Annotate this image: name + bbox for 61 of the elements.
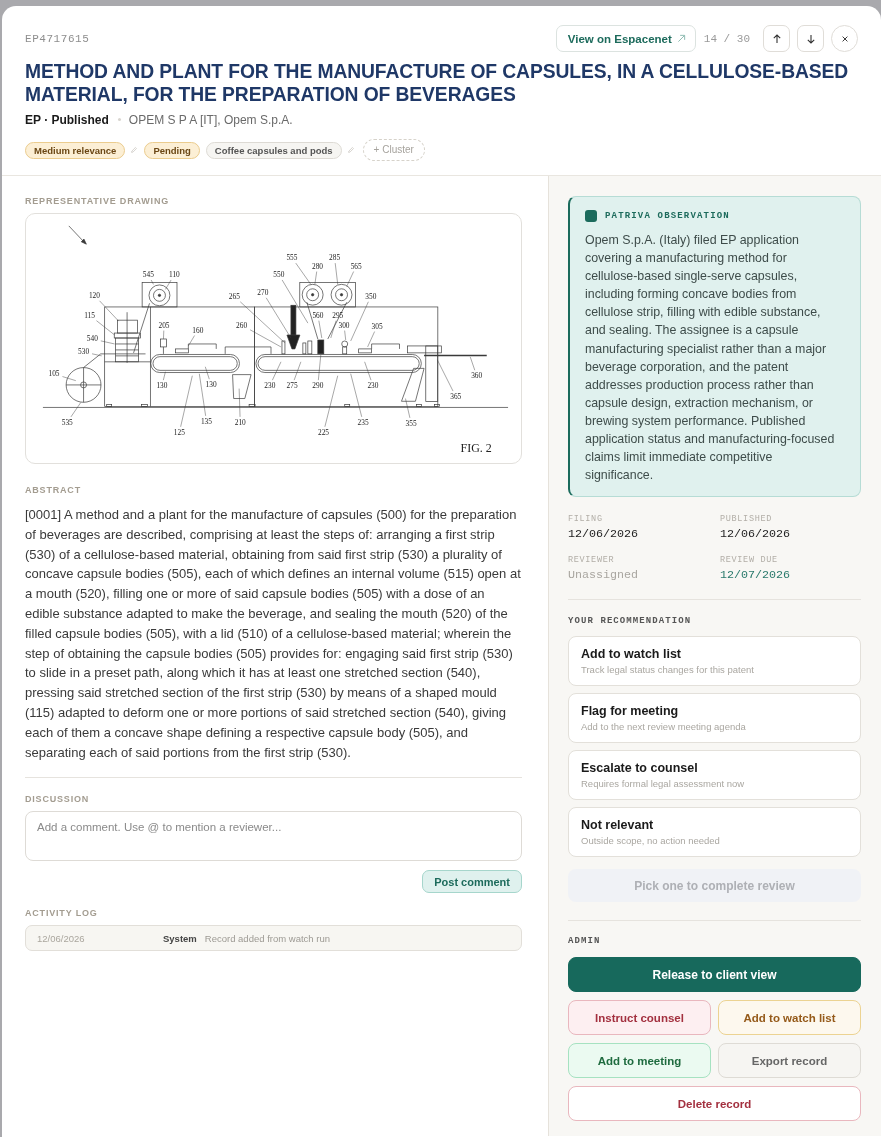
option-description: Outside scope, no action needed <box>581 835 720 848</box>
abstract-text: [0001] A method and a plant for the manufacture of capsules (500) for the preparation of beverages are described, comprising at least the steps of: arranging a first strip (530) of a cellulose-based material, obtaining from said first strip (530) a plurality of concave capsule bodies (505), each of which defines an internal volume (515) open at a mouth (520), filling one or more of said capsule bodies (505) with a dose of an edible substance adapted to make the beverage, and sealing the mouth (520) of the filled capsule bodies (505), with a lid (510) of a cellulose-based material; wherein the step of obtaining the capsule bodies (505) provides for: engaging said first strip (530) to slide in a preset path, along which it has at least one stretched section (540), pressing said stretched section of the first strip (530) by means of a shaped mould (115) adapted to deform one or more portions of said stretched section (540), giving each of them a concave shape defining a respective capsule body (505), and separating each of said portions from the first strip (530). <box>25 506 522 762</box>
publication-status: EP · Published <box>25 112 109 127</box>
detail-label: REVIEWER <box>568 555 616 567</box>
category-tag: Coffee capsules and pods <box>205 141 342 159</box>
detail-label: FILING <box>568 514 604 526</box>
close-button[interactable] <box>831 25 858 52</box>
option-description: Requires formal legal assessment now <box>581 778 745 791</box>
previous-record-button[interactable] <box>763 25 790 52</box>
pencil-icon[interactable] <box>130 146 139 154</box>
patent-title: METHOD AND PLANT FOR THE MANUFACTURE OF CAPSULES, IN A CELLULOSE-BASED MATERIAL, FOR THE PREPARATION OF BEVERAGES <box>25 60 850 106</box>
square-icon <box>585 210 597 222</box>
detail-label: REVIEW DUE <box>720 555 779 567</box>
relevance-tag: Medium relevance <box>25 141 126 159</box>
record-id: EP4717615 <box>25 32 90 45</box>
detail-value: 12/06/2026 <box>568 527 640 543</box>
section-label: DISCUSSION <box>25 794 91 806</box>
record-position: 14 / 30 <box>703 32 750 45</box>
recommendation-option[interactable]: Add to watch list Track legal status changes for this patent <box>568 636 861 687</box>
status-tag: Pending <box>144 141 200 159</box>
detail-value: Unassigned <box>568 568 640 584</box>
option-title: Escalate to counsel <box>581 760 698 777</box>
figure-caption: FIG. 2 <box>460 441 492 456</box>
recommendation-option[interactable]: Not relevant Outside scope, no action needed <box>568 807 861 858</box>
action-button[interactable]: Add to meeting <box>568 1043 711 1079</box>
log-actor: System <box>163 932 197 944</box>
log-event: Record added from watch run <box>204 932 330 944</box>
next-record-button[interactable] <box>797 25 824 52</box>
close-icon <box>840 34 849 43</box>
log-date: 12/06/2026 <box>37 932 86 944</box>
section-label: REPRESENTATIVE DRAWING <box>25 196 170 207</box>
detail-value: 12/07/2026 <box>720 568 792 584</box>
detail-value: 12/06/2026 <box>720 527 792 543</box>
arrow-down-icon <box>805 33 816 44</box>
detail-label: PUBLISHED <box>720 514 774 526</box>
separator-dot-icon <box>117 118 121 121</box>
action-button[interactable]: Instruct counsel <box>568 1000 711 1036</box>
section-label: YOUR RECOMMENDATION <box>568 616 693 628</box>
arrow-up-icon <box>771 33 782 44</box>
view-on-espacenet-button[interactable]: View on Espacenet <box>555 25 696 52</box>
recommendation-option[interactable]: Flag for meeting Add to the next review meeting agenda <box>568 693 861 744</box>
option-title: Add to watch list <box>581 646 681 663</box>
option-title: Not relevant <box>581 817 654 834</box>
pencil-icon[interactable] <box>346 146 355 154</box>
action-button[interactable]: Export record <box>718 1043 861 1079</box>
recommendation-option[interactable]: Escalate to counsel Requires formal legal assessment now <box>568 750 861 801</box>
section-label: ACTIVITY LOG <box>25 908 99 920</box>
action-button[interactable]: Delete record <box>568 1086 861 1122</box>
section-label: ADMIN <box>568 936 602 948</box>
applicants-text: OPEM S P A [IT], Opem S.p.A. <box>128 112 293 127</box>
option-title: Flag for meeting <box>581 703 679 720</box>
external-link-icon <box>676 34 686 43</box>
action-button[interactable]: Release to client view <box>568 957 861 993</box>
observation-text: Opem S.p.A. (Italy) filed EP application covering a manufacturing method for cellulose-based single-serve capsules, including forming concave bodies from cellulose strip, filling with edible substance, and sealing. The assignee is a capsule manufacturing specialist rather than a major beverage corporation, and the patent addresses production process rather than capsule design, extraction mechanism, or brewing system performance. Published application status and manufacturing-focused claims limit immediate competitive significance. <box>585 232 836 485</box>
comment-field[interactable]: Add a comment. Use @ to mention a reviewer... <box>25 811 522 862</box>
action-button[interactable]: Add to watch list <box>718 1000 861 1036</box>
option-description: Add to the next review meeting agenda <box>581 721 746 734</box>
section-label: ABSTRACT <box>25 485 82 496</box>
observation-title: PATRIVA OBSERVATION <box>605 211 730 221</box>
post-comment-button[interactable]: Post comment <box>422 870 522 894</box>
option-description: Track legal status changes for this patent <box>581 664 754 677</box>
